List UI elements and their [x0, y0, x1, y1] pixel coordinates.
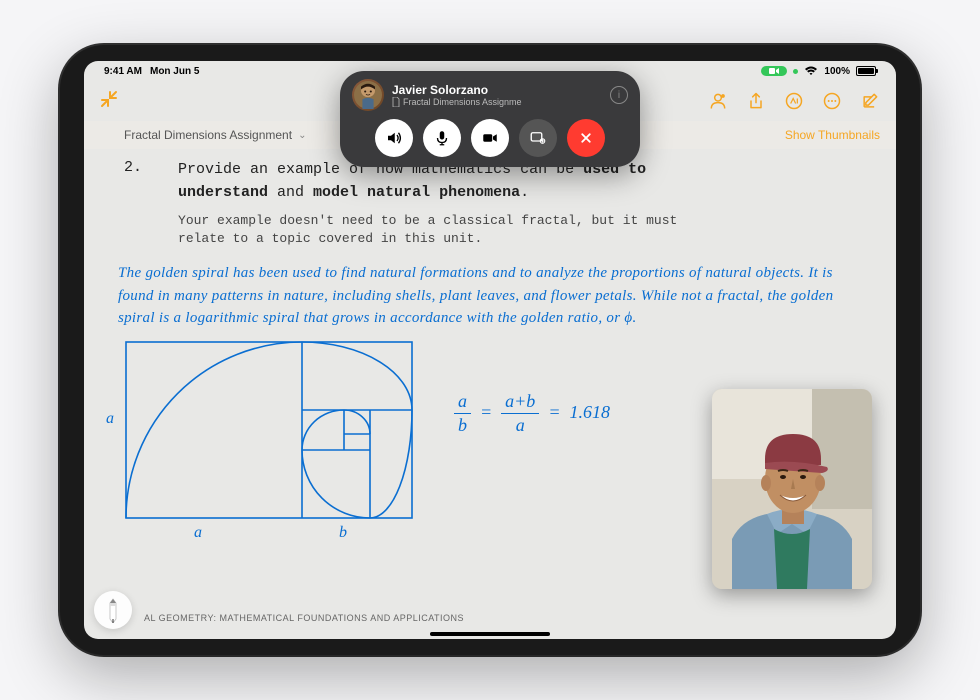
video-icon — [769, 67, 779, 75]
axis-label-b-bottom: b — [339, 524, 347, 542]
eq-frac1-den: b — [454, 414, 471, 437]
breadcrumb[interactable]: Fractal Dimensions Assignment ⌄ — [124, 128, 306, 142]
recording-dot-icon — [793, 69, 798, 74]
question-subtext: Your example doesn't need to be a classi… — [178, 212, 728, 248]
screenshare-icon — [529, 129, 547, 147]
ipad-device-frame: 9:41 AM Mon Jun 5 100% — [60, 45, 920, 655]
eq-result: 1.618 — [569, 402, 610, 422]
more-icon[interactable] — [822, 91, 842, 111]
facetime-screenshare-button[interactable] — [519, 119, 557, 157]
battery-percent: 100% — [824, 66, 850, 77]
question-number: 2. — [124, 159, 142, 248]
collapse-sidebar-icon[interactable] — [100, 90, 118, 113]
facetime-person-image — [712, 389, 872, 589]
compose-icon[interactable] — [860, 91, 880, 111]
status-time: 9:41 AM — [104, 66, 142, 77]
wifi-icon — [804, 66, 818, 76]
status-date: Mon Jun 5 — [150, 66, 199, 77]
facetime-memoji-avatar — [352, 79, 384, 111]
microphone-icon — [433, 129, 451, 147]
question-bold-2: model natural phenomena — [313, 184, 520, 201]
show-thumbnails-button[interactable]: Show Thumbnails — [785, 128, 880, 142]
facetime-mic-button[interactable] — [423, 119, 461, 157]
close-icon — [577, 129, 595, 147]
battery-icon — [856, 66, 876, 76]
axis-label-a-left: a — [106, 410, 114, 428]
golden-ratio-equation: ab = a+ba = 1.618 — [454, 390, 610, 438]
document-icon — [392, 97, 400, 107]
eq-frac2-den: a — [512, 414, 529, 437]
eq-frac2-num: a+b — [501, 390, 539, 414]
question-text: Provide an example of how mathematics ca… — [178, 159, 728, 248]
facetime-speaker-button[interactable] — [375, 119, 413, 157]
pencil-tool-button[interactable] — [94, 591, 132, 629]
golden-spiral-diagram: a a b — [124, 340, 414, 520]
chevron-down-icon: ⌄ — [298, 130, 306, 141]
facetime-camera-button[interactable] — [471, 119, 509, 157]
eq-frac1-num: a — [454, 390, 471, 414]
facetime-caller-name: Javier Solorzano — [392, 83, 602, 97]
breadcrumb-title: Fractal Dimensions Assignment — [124, 128, 292, 142]
share-icon[interactable] — [746, 91, 766, 111]
document-footer: AL GEOMETRY: MATHEMATICAL FOUNDATIONS AN… — [144, 613, 464, 623]
pencil-icon — [103, 597, 123, 623]
question-mid: and — [268, 184, 313, 201]
facetime-pip-video[interactable] — [712, 389, 872, 589]
facetime-control-bar[interactable]: Javier Solorzano Fractal Dimensions Assi… — [340, 71, 640, 167]
handwritten-answer: The golden spiral has been used to find … — [118, 262, 866, 330]
axis-label-a-bottom: a — [194, 524, 202, 542]
speaker-icon — [385, 129, 403, 147]
home-indicator[interactable] — [430, 632, 550, 636]
facetime-subtitle-text: Fractal Dimensions Assignme — [403, 97, 522, 107]
collaborate-icon[interactable] — [708, 91, 728, 111]
facetime-subtitle: Fractal Dimensions Assignme — [392, 97, 602, 107]
markup-icon[interactable] — [784, 91, 804, 111]
facetime-end-button[interactable] — [567, 119, 605, 157]
facetime-status-pill[interactable] — [761, 66, 787, 76]
screen: 9:41 AM Mon Jun 5 100% — [84, 61, 896, 639]
facetime-info-button[interactable]: i — [610, 86, 628, 104]
video-camera-icon — [481, 129, 499, 147]
question-suffix: . — [520, 184, 529, 201]
